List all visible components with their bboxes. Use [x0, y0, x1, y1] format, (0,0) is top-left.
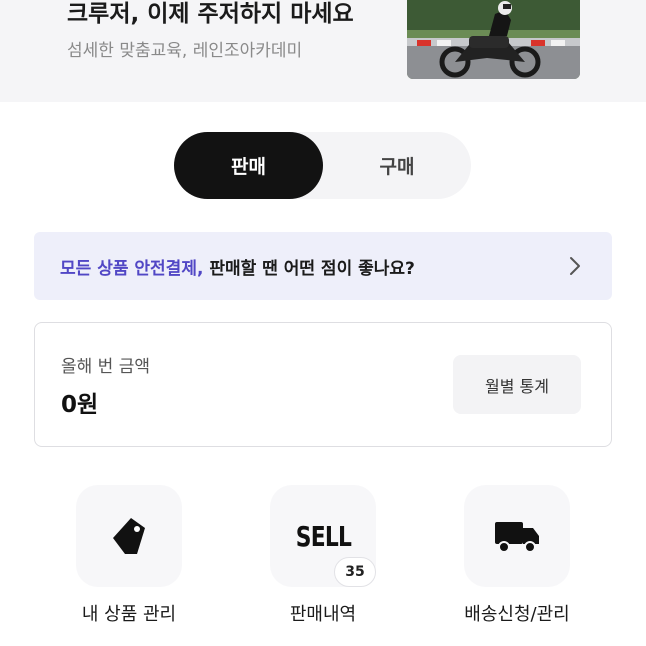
earnings-value: 0원: [61, 392, 99, 418]
manage-products-tile[interactable]: [76, 485, 182, 587]
notice-message: 판매할 땐 어떤 점이 좋나요?: [203, 258, 415, 279]
tab-sell[interactable]: 판매: [174, 132, 323, 199]
safe-payment-notice[interactable]: 모든 상품 안전결제, 판매할 땐 어떤 점이 좋나요?: [34, 232, 612, 300]
shipping-tile[interactable]: [464, 485, 570, 587]
banner-motorcycle-image: [407, 0, 580, 79]
chevron-right-icon: [566, 256, 584, 276]
sell-buy-toggle: 판매 구매: [174, 132, 471, 199]
monthly-stats-button[interactable]: 월별 통계: [453, 355, 581, 414]
sales-count-badge: 35: [334, 557, 376, 587]
sales-panel: 판매 구매 모든 상품 안전결제, 판매할 땐 어떤 점이 좋나요? 올해 번 …: [0, 102, 646, 646]
manage-products-label: 내 상품 관리: [81, 604, 177, 625]
sales-history-label: 판매내역: [289, 604, 357, 625]
notice-highlight: 모든 상품 안전결제,: [60, 258, 204, 279]
earnings-summary: 올해 번 금액 0원 월별 통계: [34, 322, 612, 447]
price-tag-icon: [76, 485, 182, 587]
sell-icon-text: SELL: [295, 519, 351, 553]
earnings-label: 올해 번 금액: [61, 357, 151, 377]
banner-subtitle: 섬세한 맞춤교육, 레인조아카데미: [67, 41, 303, 61]
shipping-label: 배송신청/관리: [464, 604, 570, 625]
banner-title: 크루저, 이제 주저하지 마세요: [67, 1, 354, 27]
notice-text: 모든 상품 안전결제, 판매할 땐 어떤 점이 좋나요?: [60, 254, 415, 279]
tab-buy[interactable]: 구매: [323, 132, 471, 199]
promo-banner[interactable]: 크루저, 이제 주저하지 마세요 섬세한 맞춤교육, 레인조아카데미: [0, 0, 646, 102]
delivery-truck-icon: [464, 485, 570, 587]
